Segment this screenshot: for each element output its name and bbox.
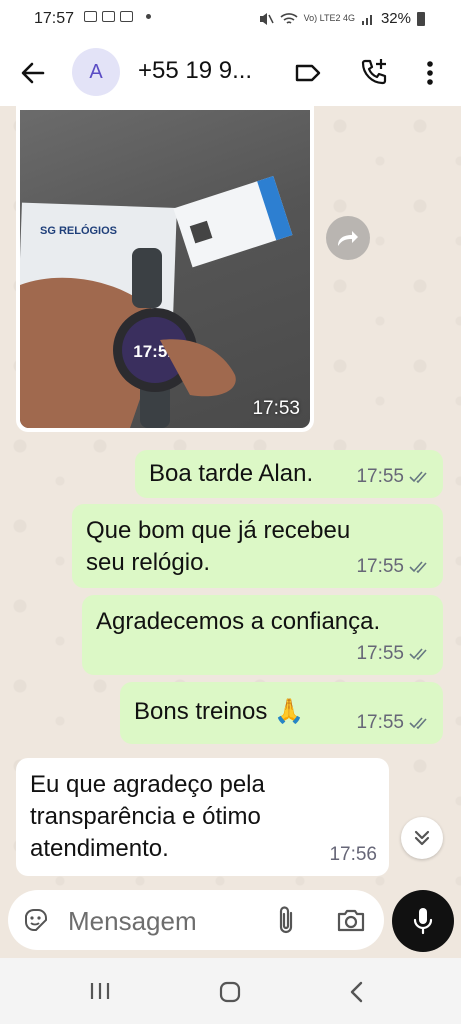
read-ticks-icon: [409, 648, 427, 661]
battery-percent: 32%: [380, 10, 411, 27]
message-composer: [8, 890, 384, 950]
recents-icon[interactable]: [88, 980, 112, 1002]
message-bubble[interactable]: Bons treinos 🙏 17:55: [120, 682, 443, 744]
app-notification-icon: [120, 11, 133, 22]
photo-content: SG RELÓGIOS 17:51: [20, 176, 293, 428]
message-meta: 17:55: [356, 707, 431, 739]
message-text: Agradecemos a confiança.: [96, 608, 381, 635]
signal-icon: [361, 14, 372, 25]
gmail-notification-icon: [102, 11, 115, 22]
battery-icon: [417, 11, 425, 26]
image-notification-icon: [84, 11, 97, 22]
photo-message[interactable]: SG RELÓGIOS 17:51 17:53: [16, 106, 314, 432]
add-call-icon[interactable]: [358, 56, 390, 88]
box-brand-text: SG RELÓGIOS: [40, 224, 117, 237]
message-bubble[interactable]: Que bom que já recebeu seu relógio. 17:5…: [72, 504, 443, 588]
notification-icons: [84, 11, 151, 22]
message-text: Eu que agradeço pela transparência e óti…: [30, 771, 265, 862]
message-bubble[interactable]: Agradecemos a confiança. 17:55: [82, 595, 443, 675]
nav-back-icon[interactable]: [348, 980, 366, 1004]
read-ticks-icon: [409, 561, 427, 574]
message-time: 17:55: [356, 712, 404, 733]
back-arrow-icon[interactable]: [18, 58, 48, 88]
forward-icon: [338, 231, 358, 246]
message-time: 17:55: [356, 556, 404, 577]
message-time: 17:55: [356, 466, 404, 487]
message-text: Bons treinos 🙏: [134, 698, 304, 725]
message-bubble[interactable]: Eu que agradeço pela transparência e óti…: [16, 758, 389, 876]
contact-name[interactable]: +55 19 9...: [138, 57, 252, 85]
photo-timestamp: 17:53: [252, 398, 300, 419]
camera-icon[interactable]: [336, 906, 366, 934]
wifi-icon: [280, 12, 298, 24]
message-time: 17:55: [356, 643, 404, 664]
status-right: Vo) LTE2 4G 32%: [258, 10, 425, 27]
system-navigation-bar: [0, 958, 461, 1024]
scroll-to-bottom-button[interactable]: [401, 817, 443, 859]
network-label: Vo) LTE2 4G: [303, 13, 355, 23]
mic-button[interactable]: [392, 890, 454, 952]
double-chevron-down-icon: [414, 830, 430, 846]
message-meta: 17:55: [356, 461, 431, 493]
chat-area[interactable]: SG RELÓGIOS 17:51 17:53 Boa tarde Alan. …: [0, 106, 461, 956]
status-bar: 17:57 Vo) LTE2 4G 32%: [0, 0, 461, 40]
message-text: Boa tarde Alan.: [149, 460, 314, 487]
chat-header: A +55 19 9...: [0, 40, 461, 106]
more-notifications-icon: [146, 14, 151, 19]
watch-photo[interactable]: SG RELÓGIOS 17:51 17:53: [20, 110, 310, 428]
sticker-icon[interactable]: [22, 906, 50, 934]
mute-icon: [259, 12, 274, 25]
message-input[interactable]: [66, 900, 270, 942]
read-ticks-icon: [409, 471, 427, 484]
read-ticks-icon: [409, 717, 427, 730]
attach-icon[interactable]: [272, 904, 300, 936]
forward-button[interactable]: [326, 216, 370, 260]
message-meta: 17:56: [329, 839, 377, 871]
message-time: 17:56: [329, 844, 377, 865]
message-bubble[interactable]: Boa tarde Alan. 17:55: [135, 450, 443, 498]
label-icon[interactable]: [293, 58, 323, 88]
message-meta: 17:55: [356, 551, 431, 583]
avatar[interactable]: A: [72, 48, 120, 96]
more-options-icon[interactable]: [420, 58, 440, 88]
home-icon[interactable]: [218, 980, 242, 1004]
message-text: Que bom que já recebeu seu relógio.: [86, 517, 351, 576]
status-time: 17:57: [34, 10, 75, 27]
message-meta: 17:55: [356, 638, 431, 670]
mic-icon: [413, 908, 433, 935]
